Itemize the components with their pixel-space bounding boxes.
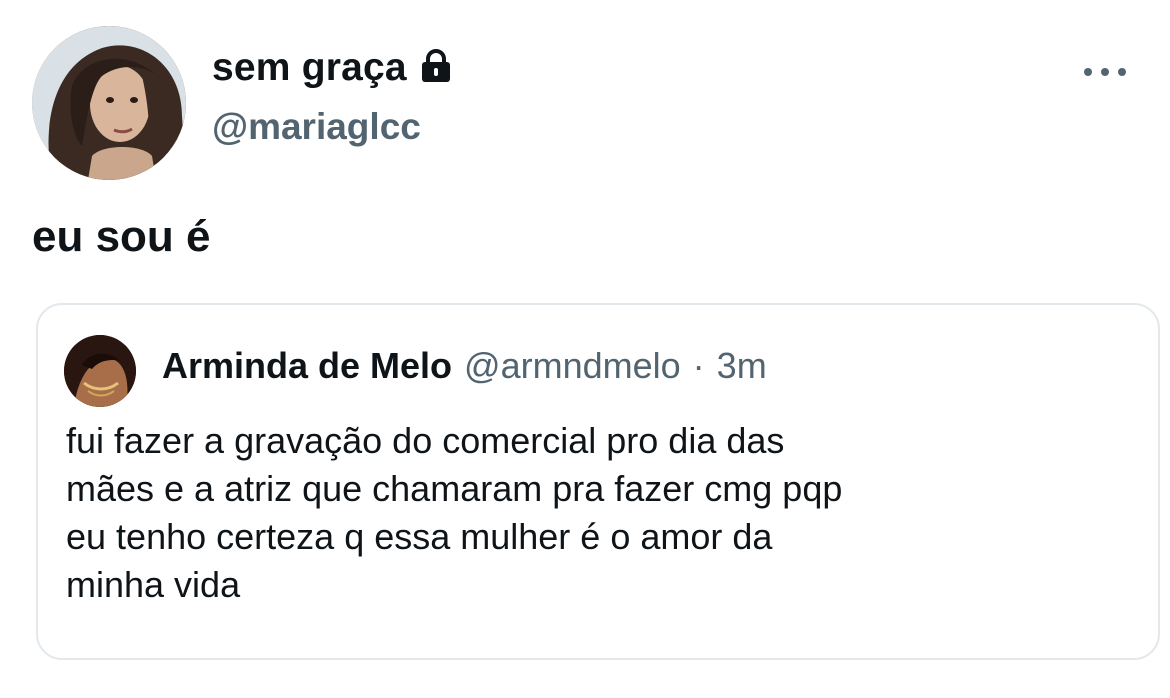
quoted-header: Arminda de Melo @armndmelo · 3m <box>162 345 767 387</box>
profile-photo <box>32 26 186 180</box>
display-name[interactable]: sem graça <box>212 46 407 90</box>
quoted-tweet-text: fui fazer a gravação do comercial pro di… <box>66 417 1126 609</box>
dot <box>1118 68 1126 76</box>
separator-dot: · <box>692 345 705 386</box>
author-handle[interactable]: @mariaglcc <box>212 106 421 148</box>
avatar[interactable] <box>32 26 186 180</box>
quoted-text-line: mães e a atriz que chamaram pra fazer cm… <box>66 468 843 509</box>
lock-icon <box>417 47 455 85</box>
quoted-display-name[interactable]: Arminda de Melo <box>162 345 452 387</box>
quoted-text-line: fui fazer a gravação do comercial pro di… <box>66 420 785 461</box>
author-name-row: sem graça <box>212 42 455 94</box>
quoted-tweet-card[interactable]: Arminda de Melo @armndmelo · 3m fui faze… <box>36 303 1160 660</box>
tweet[interactable]: sem graça @mariaglcc eu sou é Arminda de… <box>0 0 1170 698</box>
quoted-timestamp[interactable]: 3m <box>717 345 767 387</box>
dot <box>1101 68 1109 76</box>
more-horizontal-icon[interactable] <box>1084 62 1126 82</box>
quoted-text-line: eu tenho certeza q essa mulher é o amor … <box>66 516 773 557</box>
quoted-handle[interactable]: @armndmelo <box>464 345 681 387</box>
quoted-profile-photo <box>64 335 136 407</box>
quoted-text-line: minha vida <box>66 564 241 605</box>
dot <box>1084 68 1092 76</box>
tweet-text: eu sou é <box>32 212 211 261</box>
quoted-avatar[interactable] <box>64 335 136 407</box>
